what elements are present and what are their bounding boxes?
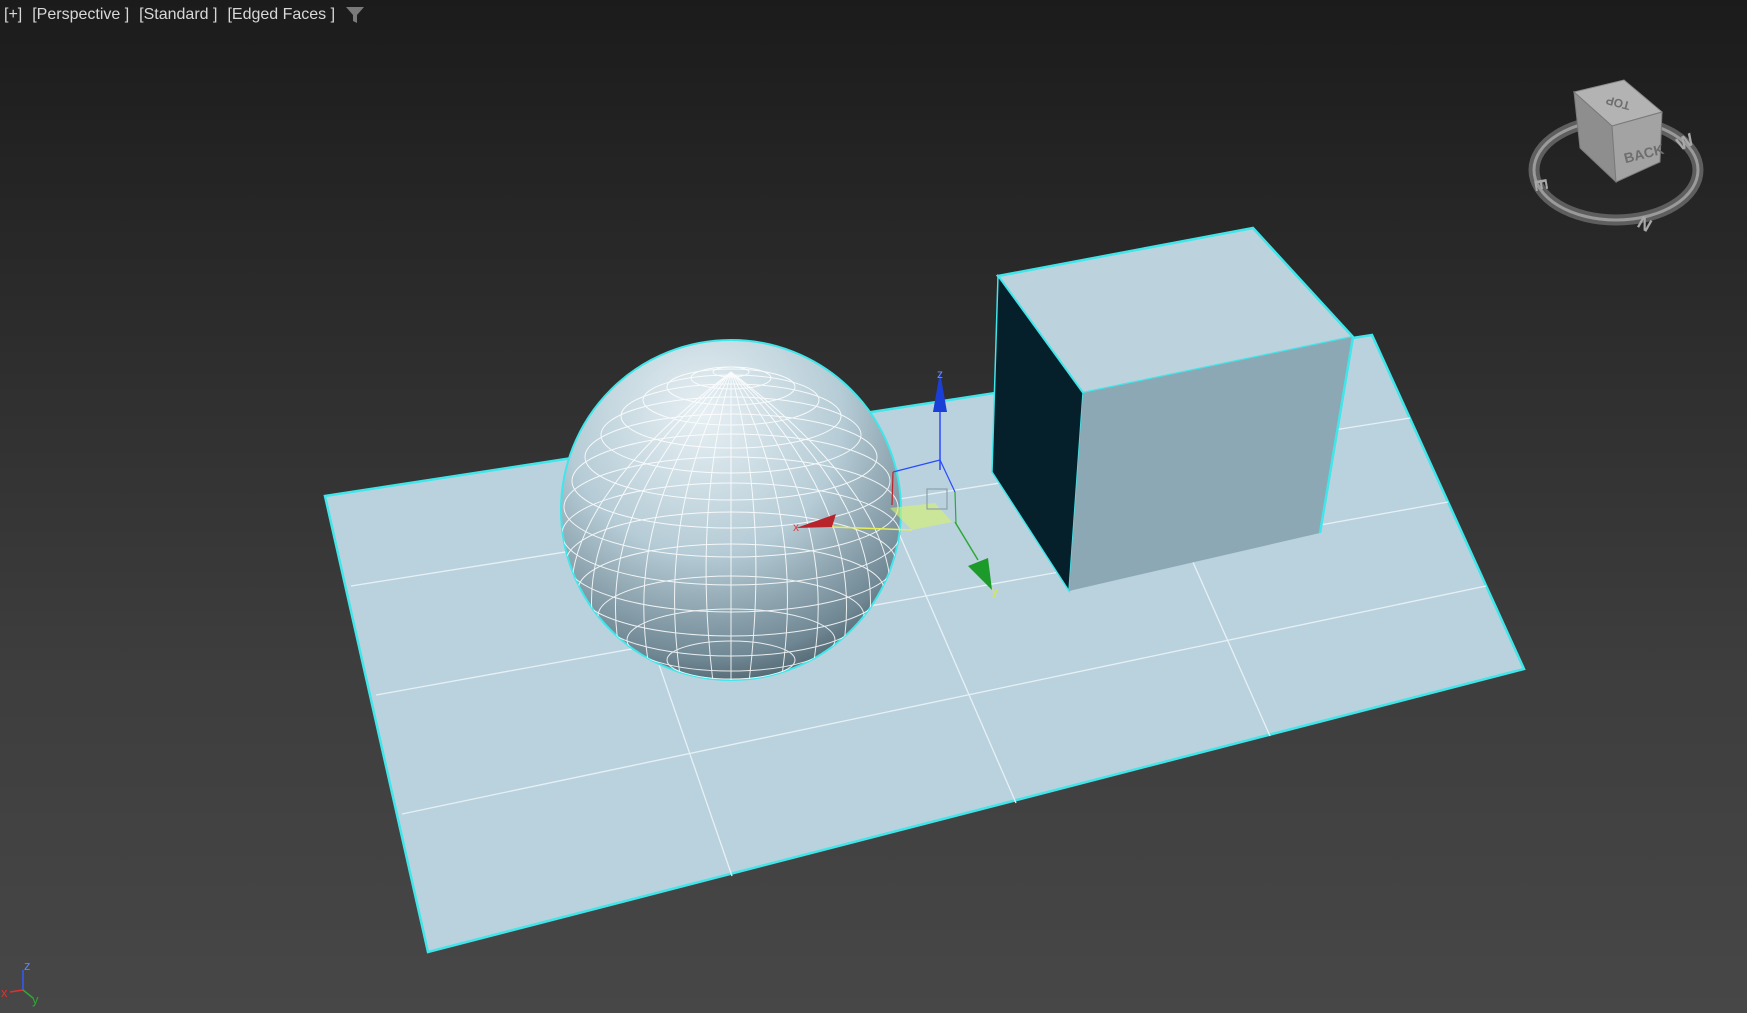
gizmo-z-label: z	[937, 367, 943, 381]
scene[interactable]: x z y	[0, 0, 1747, 1013]
compass-east-label[interactable]: E	[1530, 177, 1552, 192]
box-object[interactable]	[991, 226, 1356, 594]
axis-x-label: x	[1, 985, 8, 1000]
axis-z-label: z	[24, 958, 31, 973]
gizmo-y-label: y	[992, 584, 998, 598]
perspective-viewport[interactable]: [+] [Perspective ] [Standard ] [Edged Fa…	[0, 0, 1747, 1013]
gizmo-x-label: x	[793, 520, 799, 534]
viewcube[interactable]: W E N TOP BACK	[1520, 70, 1720, 250]
plane-object[interactable]	[323, 333, 1526, 954]
cube-icon[interactable]: TOP BACK	[1572, 79, 1665, 184]
axis-y-label: y	[32, 992, 39, 1007]
world-axis-tripod: z x y	[1, 958, 39, 1007]
